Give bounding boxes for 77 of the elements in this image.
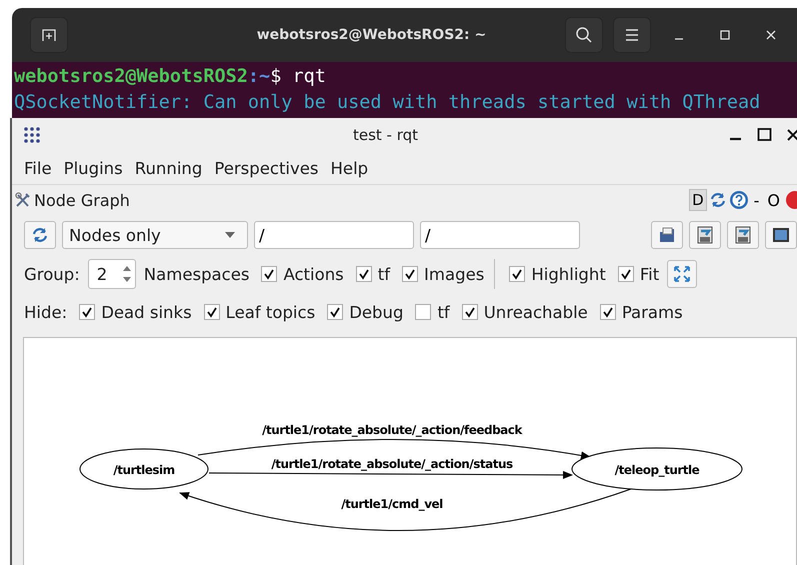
window-title: test - rqt [352,126,420,144]
topic-filter-field[interactable]: / [420,221,580,249]
checkbox-option[interactable]: Unreachable [462,302,588,322]
topic-label: /turtle1/cmd_vel [341,497,443,511]
edge-arrow[interactable] [208,470,573,479]
checkbox-option[interactable]: Params [600,302,683,322]
new-tab-button[interactable] [30,17,68,53]
app-grid-icon [22,125,42,145]
menu-item[interactable]: Plugins [64,158,123,178]
dock-button[interactable]: D [689,189,707,211]
fit-view-button[interactable] [667,260,698,288]
checkmark-icon [263,268,276,280]
node-label: /turtlesim [113,463,175,477]
save-icon [695,225,715,245]
checkmark-icon [329,306,342,318]
maximize-icon[interactable] [757,127,773,143]
checkmark-icon [620,268,632,280]
command-line: webotsros2@WebotsROS2:~$ rqt [14,65,327,89]
search-icon [575,26,593,44]
checkbox-option[interactable]: Images [402,264,484,284]
minimize-button[interactable]: - [750,190,762,210]
checkbox-option[interactable]: Debug [327,302,404,322]
checkmark-icon [511,268,524,280]
maximize-icon[interactable] [719,29,731,41]
save-svg-button[interactable] [727,221,759,249]
caret-icon [225,232,235,238]
checkmark-icon [404,268,416,280]
hide-label: Hide: [24,302,68,322]
edge-arrow[interactable] [198,439,591,460]
checkbox-option[interactable]: Highlight [509,264,606,284]
window-title: webotsros2@WebotsROS2: ~ [256,27,488,43]
help-icon[interactable] [728,190,749,210]
node-label: /teleop_turtle [614,463,700,477]
namespaces-label: Namespaces [144,264,250,284]
new-tab-icon [41,27,57,43]
node-ellipse[interactable] [572,448,742,490]
checkmark-icon [206,306,218,318]
checkmark-icon [602,306,614,318]
menu-item[interactable]: Help [330,158,368,178]
topic-label: /turtle1/rotate_absolute/_action/status [271,457,513,471]
checkbox-option[interactable]: Dead sinks [79,302,192,322]
checkmark-icon [358,268,370,280]
save-icon [733,225,753,245]
checkmark-icon [81,306,94,318]
save-dot-button[interactable] [689,221,721,249]
checkbox-option[interactable]: Fit [618,264,660,284]
image-icon [771,225,791,245]
search-button[interactable] [565,17,603,53]
checkbox-option[interactable]: Actions [261,264,344,284]
checkmark-icon [464,306,476,318]
close-icon[interactable] [787,128,797,142]
checkbox-option[interactable]: Leaf topics [204,302,316,322]
float-button[interactable]: O [764,190,783,210]
topic-label: /turtle1/rotate_absolute/_action/feedback [262,423,522,437]
node-filter-field[interactable]: / [254,221,414,249]
checkbox-option[interactable]: tf [356,264,390,284]
node-ellipse[interactable] [80,448,208,490]
expand-icon [673,265,692,283]
checkbox-option[interactable]: tf [415,302,450,322]
menu-item[interactable]: File [24,158,52,178]
group-spinbox[interactable]: 2 [88,259,136,289]
menu-item[interactable]: Running [134,158,202,178]
folder-icon [657,225,677,245]
terminal-output: QSocketNotifier: Can only be used with threads started with QThread [14,91,762,115]
menu-icon [625,29,639,41]
plugin-title: Node Graph [34,190,130,210]
refresh-icon [31,226,49,244]
reload-icon[interactable] [708,191,727,209]
refresh-button[interactable] [24,221,56,249]
menu-button[interactable] [613,17,651,53]
menu-item[interactable]: Perspectives [214,158,319,178]
group-label: Group: [24,264,80,284]
load-button[interactable] [651,221,683,249]
mode-dropdown[interactable]: Nodes only [62,221,248,249]
edge-arrow[interactable] [179,488,632,531]
save-image-button[interactable] [765,221,797,249]
tools-icon [14,191,32,209]
